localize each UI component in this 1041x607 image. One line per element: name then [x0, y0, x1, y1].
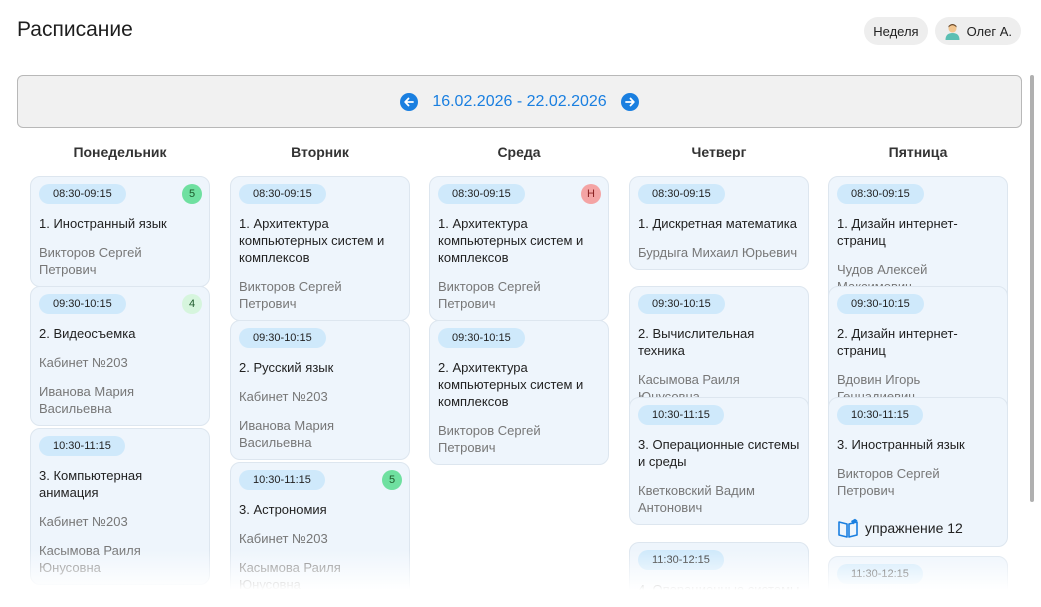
lesson-time: 09:30-10:15 [39, 294, 126, 314]
lesson-card[interactable]: 11:30-12:15 [828, 556, 1008, 590]
lesson-card[interactable]: 08:30-09:15 1. Дизайн интернет-страниц Ч… [828, 176, 1008, 304]
lesson-time: 09:30-10:15 [438, 328, 525, 348]
view-mode-button[interactable]: Неделя [864, 17, 928, 45]
grade-badge: 5 [382, 470, 402, 490]
lesson-teacher: Иванова Мария Васильевна [239, 418, 335, 450]
homework-text: упражнение 12 [865, 520, 963, 536]
book-icon [838, 518, 858, 538]
lesson-time: 09:30-10:15 [837, 294, 924, 314]
lesson-subject: 3. Компьютерная анимация [39, 468, 143, 500]
arrow-left-icon [404, 97, 415, 106]
lesson-teacher: Бурдыга Михаил Юрьевич [638, 245, 798, 260]
lesson-card[interactable]: 09:30-10:15 2. Дизайн интернет-страниц В… [828, 286, 1008, 414]
week-range-label: 16.02.2026 - 22.02.2026 [432, 92, 607, 110]
scrollbar[interactable] [1030, 75, 1034, 502]
lesson-subject: 2. Дизайн интернет-страниц [837, 326, 958, 358]
lesson-subject: 4. Операционные системы и [638, 582, 800, 590]
week-navigator: 16.02.2026 - 22.02.2026 [17, 75, 1022, 128]
day-column-tuesday: Вторник 08:30-09:15 1. Архитектура компь… [230, 140, 410, 590]
lesson-subject: 2. Видеосъемка [39, 326, 136, 341]
lesson-room: Кабинет №203 [239, 531, 328, 546]
day-header: Пятница [888, 144, 948, 160]
lesson-subject: 1. Архитектура компьютерных систем и ком… [239, 216, 385, 265]
lesson-room: Кабинет №203 [39, 514, 128, 529]
lesson-subject: 1. Дизайн интернет-страниц [837, 216, 958, 248]
lesson-subject: 3. Операционные системы и среды [638, 437, 800, 469]
lesson-time: 09:30-10:15 [638, 294, 725, 314]
lesson-subject: 1. Дискретная математика [638, 216, 797, 231]
lesson-card[interactable]: 09:30-10:15 4 2. Видеосъемка Кабинет №20… [30, 286, 210, 426]
lesson-subject: 1. Архитектура компьютерных систем и ком… [438, 216, 584, 265]
lesson-teacher: Кветковский Вадим Антонович [638, 483, 755, 515]
lesson-card[interactable]: 08:30-09:15 5 1. Иностранный язык Виктор… [30, 176, 210, 287]
lesson-subject: 2. Русский язык [239, 360, 334, 375]
lesson-teacher: Касымова Раиля Юнусовна [239, 560, 341, 590]
lesson-room: Кабинет №203 [239, 389, 328, 404]
lesson-card[interactable]: 09:30-10:15 2. Архитектура компьютерных … [429, 320, 609, 465]
lesson-time: 10:30-11:15 [39, 436, 125, 456]
lesson-card[interactable]: 11:30-12:15 4. Операционные системы и [629, 542, 809, 590]
lesson-subject: 3. Астрономия [239, 502, 327, 517]
lesson-teacher: Викторов Сергей Петрович [837, 466, 940, 498]
lesson-card[interactable]: 10:30-11:15 3. Операционные системы и ср… [629, 397, 809, 525]
lesson-time: 11:30-12:15 [638, 550, 724, 570]
lesson-card[interactable]: 10:30-11:15 5 3. Астрономия Кабинет №203… [230, 462, 410, 590]
day-column-monday: Понедельник 08:30-09:15 5 1. Иностранный… [30, 140, 210, 585]
view-mode-label: Неделя [873, 23, 919, 39]
day-header: Среда [497, 144, 541, 160]
lesson-card[interactable]: 10:30-11:15 3. Иностранный язык Викторов… [828, 397, 1008, 547]
lesson-time: 08:30-09:15 [638, 184, 725, 204]
user-menu-button[interactable]: Олег А. [934, 17, 1021, 45]
lesson-subject: 1. Иностранный язык [39, 216, 167, 231]
homework[interactable]: упражнение 12 [837, 518, 999, 546]
grade-badge: 5 [182, 184, 202, 204]
day-column-friday: Пятница 08:30-09:15 1. Дизайн интернет-с… [828, 140, 1008, 590]
page-title: Расписание [17, 18, 133, 41]
lesson-time: 10:30-11:15 [837, 405, 923, 425]
absence-badge: Н [581, 184, 601, 204]
user-name: Олег А. [966, 23, 1012, 39]
lesson-time: 10:30-11:15 [239, 470, 325, 490]
lesson-card[interactable]: 08:30-09:15 1. Дискретная математика Бур… [629, 176, 809, 270]
lesson-card[interactable]: 08:30-09:15 1. Архитектура компьютерных … [230, 176, 410, 321]
lesson-subject: 2. Архитектура компьютерных систем и ком… [438, 360, 584, 409]
lesson-card[interactable]: 10:30-11:15 3. Компьютерная анимация Каб… [30, 428, 210, 585]
lesson-room: Кабинет №203 [39, 355, 128, 370]
lesson-time: 08:30-09:15 [39, 184, 126, 204]
prev-week-button[interactable] [400, 92, 419, 111]
lesson-time: 08:30-09:15 [837, 184, 924, 204]
day-column-wednesday: Среда 08:30-09:15 Н 1. Архитектура компь… [429, 140, 609, 465]
lesson-card[interactable]: 09:30-10:15 2. Вычислительная техника Ка… [629, 286, 809, 414]
lesson-teacher: Викторов Сергей Петрович [438, 279, 541, 311]
day-header: Четверг [691, 144, 747, 160]
day-header: Вторник [291, 144, 349, 160]
lesson-time: 08:30-09:15 [438, 184, 525, 204]
day-header: Понедельник [73, 144, 167, 160]
lesson-time: 11:30-12:15 [837, 564, 923, 584]
arrow-right-icon [624, 97, 635, 106]
day-column-thursday: Четверг 08:30-09:15 1. Дискретная матема… [629, 140, 809, 590]
lesson-card[interactable]: 09:30-10:15 2. Русский язык Кабинет №203… [230, 320, 410, 460]
lesson-time: 10:30-11:15 [638, 405, 724, 425]
lesson-time: 08:30-09:15 [239, 184, 326, 204]
lesson-teacher: Викторов Сергей Петрович [39, 245, 142, 277]
user-avatar-icon [944, 23, 961, 40]
lesson-teacher: Викторов Сергей Петрович [239, 279, 342, 311]
lesson-subject: 3. Иностранный язык [837, 437, 965, 452]
lesson-teacher: Иванова Мария Васильевна [39, 384, 135, 416]
next-week-button[interactable] [620, 92, 639, 111]
lesson-time: 09:30-10:15 [239, 328, 326, 348]
top-actions: Неделя Олег А. [864, 17, 1021, 45]
lesson-teacher: Викторов Сергей Петрович [438, 423, 541, 455]
lesson-subject: 2. Вычислительная техника [638, 326, 755, 358]
schedule-grid: Понедельник 08:30-09:15 5 1. Иностранный… [30, 140, 1010, 590]
lesson-teacher: Касымова Раиля Юнусовна [39, 543, 141, 575]
grade-badge: 4 [182, 294, 202, 314]
lesson-card[interactable]: 08:30-09:15 Н 1. Архитектура компьютерны… [429, 176, 609, 321]
